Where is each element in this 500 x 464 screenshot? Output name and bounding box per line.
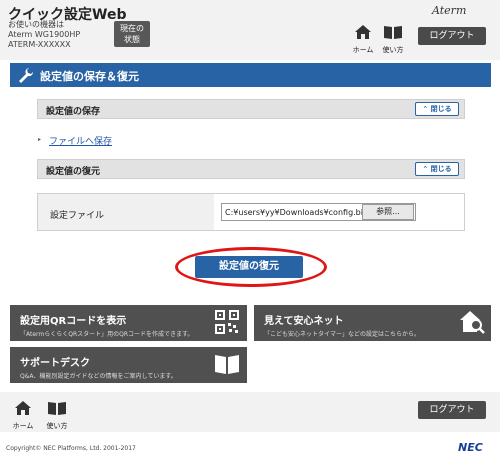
settings-file-label: 設定ファイル — [38, 194, 214, 230]
save-to-file-link[interactable]: ファイルへ保存 — [49, 134, 112, 147]
section-title: 設定値の保存＆復元 — [40, 70, 139, 83]
footer-help-button[interactable]: 使い方 — [44, 400, 70, 431]
top-bar: クイック設定Web お使いの機器は Aterm WG1900HP ATERM-X… — [0, 0, 500, 60]
restore-panel-close-button[interactable]: ⌃ 閉じる — [415, 162, 459, 176]
home-icon — [15, 401, 31, 415]
save-panel-close-button[interactable]: ⌃ 閉じる — [415, 102, 459, 116]
save-panel-close-label: 閉じる — [430, 105, 452, 113]
restore-panel-close-label: 閉じる — [430, 165, 452, 173]
help-label: 使い方 — [382, 46, 404, 54]
qr-tile-title: 設定用QRコードを表示 — [20, 316, 127, 327]
device-info: お使いの機器は Aterm WG1900HP ATERM-XXXXXX — [8, 20, 80, 50]
current-status-button[interactable]: 現在の 状態 — [114, 21, 150, 47]
nec-logo: NEC — [458, 441, 483, 454]
qr-tile-desc: 「AtermらくらくQRスタート」用のQRコードを作成できます。 — [20, 331, 194, 338]
bullet-icon: ▸ — [38, 136, 42, 143]
section-header: 設定値の保存＆復元 — [10, 63, 491, 87]
home-icon — [355, 25, 371, 39]
book-icon — [48, 402, 66, 415]
support-tile-desc: Q&A、機能別設定ガイドなどの情報をご案内しています。 — [20, 373, 177, 380]
chevron-up-icon: ⌃ — [422, 105, 429, 113]
chevron-up-icon: ⌃ — [422, 165, 429, 173]
book-icon — [215, 355, 239, 374]
support-desk-tile[interactable]: サポートデスク Q&A、機能別設定ガイドなどの情報をご案内しています。 — [10, 347, 247, 383]
support-tile-title: サポートデスク — [20, 358, 90, 369]
save-panel-header: 設定値の保存 ⌃ 閉じる — [37, 99, 465, 119]
restore-button[interactable]: 設定値の復元 — [195, 256, 303, 278]
footer-help-label: 使い方 — [46, 422, 68, 430]
help-button[interactable]: 使い方 — [380, 24, 406, 55]
save-panel-title: 設定値の保存 — [46, 107, 101, 117]
restore-panel-title: 設定値の復元 — [46, 167, 101, 177]
qr-code-icon — [215, 310, 239, 334]
footer-bar: ホーム 使い方 ログアウト — [0, 392, 500, 432]
browse-button[interactable]: 参照... — [362, 204, 414, 220]
wrench-icon — [19, 68, 34, 83]
device-model: Aterm WG1900HP — [8, 30, 81, 39]
home-button[interactable]: ホーム — [350, 24, 376, 55]
qr-code-tile[interactable]: 設定用QRコードを表示 「AtermらくらくQRスタート」用のQRコードを作成で… — [10, 305, 247, 341]
device-label: お使いの機器は — [8, 20, 64, 29]
mieru-anshin-tile[interactable]: 見えて安心ネット 「こども安心ネットタイマー」などの設定はこちらから。 — [254, 305, 491, 341]
house-search-icon — [460, 311, 485, 334]
copyright-text: Copyright© NEC Platforms, Ltd. 2001-2017 — [6, 445, 136, 452]
footer-home-label: ホーム — [12, 422, 34, 430]
footer-logout-button[interactable]: ログアウト — [418, 401, 486, 419]
aterm-logo: Aterm — [432, 4, 467, 17]
footer-home-button[interactable]: ホーム — [10, 400, 36, 431]
settings-file-row: 設定ファイル C:¥users¥yy¥Downloads¥config.bin … — [37, 193, 465, 231]
logout-button[interactable]: ログアウト — [418, 27, 486, 45]
book-icon — [384, 26, 402, 39]
device-id: ATERM-XXXXXX — [8, 40, 71, 49]
restore-panel-header: 設定値の復元 ⌃ 閉じる — [37, 159, 465, 179]
anshin-tile-desc: 「こども安心ネットタイマー」などの設定はこちらから。 — [264, 331, 421, 338]
home-label: ホーム — [352, 46, 374, 54]
anshin-tile-title: 見えて安心ネット — [264, 316, 344, 327]
